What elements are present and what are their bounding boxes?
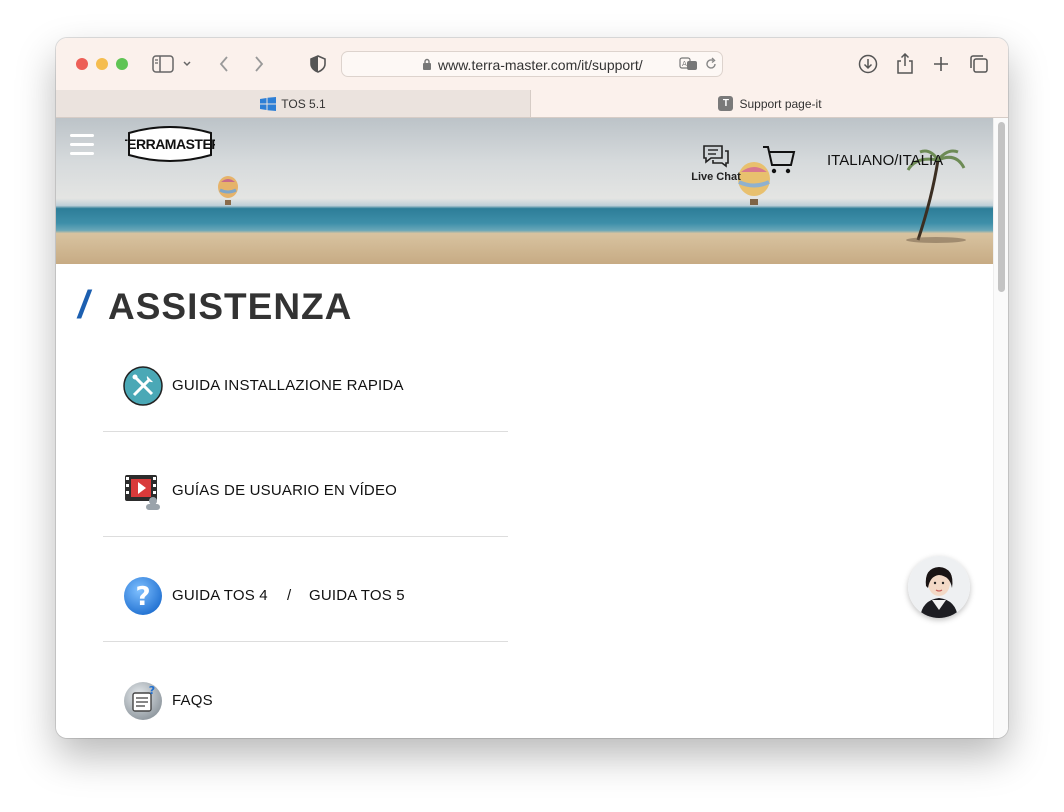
new-tab-icon[interactable] bbox=[929, 52, 953, 76]
video-icon bbox=[123, 471, 163, 511]
tab-label: Support page-it bbox=[739, 96, 822, 111]
reload-icon[interactable] bbox=[704, 57, 718, 76]
page-content: TERRAMASTER Live Chat ITAL bbox=[56, 118, 1008, 738]
scrollbar-thumb[interactable] bbox=[998, 122, 1005, 292]
download-icon[interactable] bbox=[856, 52, 880, 76]
hamburger-menu-icon[interactable] bbox=[70, 134, 94, 155]
terramaster-logo[interactable]: TERRAMASTER bbox=[119, 123, 222, 165]
faqs-link[interactable]: ? FAQS bbox=[103, 677, 508, 738]
share-icon[interactable] bbox=[893, 52, 917, 76]
sidebar-toggle-icon[interactable] bbox=[151, 52, 175, 76]
menu-item-label: GUIDA INSTALLAZIONE RAPIDA bbox=[172, 377, 404, 394]
lock-icon bbox=[422, 58, 432, 76]
quick-install-guide-link[interactable]: GUIDA INSTALLAZIONE RAPIDA bbox=[103, 362, 508, 432]
language-selector[interactable]: ITALIANO/ITALIA bbox=[827, 152, 943, 169]
windows-logo-icon bbox=[260, 96, 277, 111]
shield-icon[interactable] bbox=[306, 52, 330, 76]
tab-tos-5-1[interactable]: TOS 5.1 bbox=[56, 90, 531, 117]
tos-guides-row: ? GUIDA TOS 4 / GUIDA TOS 5 bbox=[103, 572, 508, 642]
menu-item-label: FAQS bbox=[172, 692, 213, 709]
live-chat-label: Live Chat bbox=[691, 171, 741, 183]
hero-banner: TERRAMASTER Live Chat ITAL bbox=[56, 118, 993, 264]
svg-text:?: ? bbox=[149, 684, 155, 697]
tos5-guide-link[interactable]: GUIDA TOS 5 bbox=[309, 587, 405, 604]
tab-support-page-it[interactable]: T Support page-it bbox=[532, 90, 1008, 117]
address-bar[interactable]: www.terra-master.com/it/support/ A bbox=[341, 51, 723, 77]
translate-icon[interactable]: A bbox=[679, 57, 699, 76]
browser-toolbar: www.terra-master.com/it/support/ A bbox=[56, 38, 1008, 90]
browser-window: www.terra-master.com/it/support/ A TOS 5… bbox=[56, 38, 1008, 738]
tab-overview-icon[interactable] bbox=[967, 52, 991, 76]
hot-air-balloon-icon bbox=[218, 176, 238, 205]
minimize-window-button[interactable] bbox=[96, 58, 108, 70]
logo-text: TERRAMASTER bbox=[125, 136, 215, 152]
menu-item-label: GUÍAS DE USUARIO EN VÍDEO bbox=[172, 482, 398, 499]
tab-bar: TOS 5.1 T Support page-it bbox=[56, 90, 1008, 118]
chat-bubble-icon bbox=[703, 145, 729, 168]
shopping-cart-icon[interactable] bbox=[762, 143, 796, 177]
tos4-guide-link[interactable]: GUIDA TOS 4 bbox=[172, 587, 268, 604]
question-icon: ? bbox=[123, 576, 163, 616]
zoom-window-button[interactable] bbox=[116, 58, 128, 70]
chevron-down-icon[interactable] bbox=[180, 52, 194, 76]
svg-text:A: A bbox=[682, 60, 687, 68]
back-icon[interactable] bbox=[212, 52, 236, 76]
url-text: www.terra-master.com/it/support/ bbox=[438, 57, 643, 73]
tab-label: TOS 5.1 bbox=[281, 96, 326, 111]
guide-separator: / bbox=[287, 587, 292, 604]
tools-icon bbox=[123, 366, 163, 406]
video-user-guides-link[interactable]: GUÍAS DE USUARIO EN VÍDEO bbox=[103, 467, 508, 537]
support-chat-avatar[interactable] bbox=[908, 556, 970, 618]
forward-icon[interactable] bbox=[247, 52, 271, 76]
faq-icon: ? bbox=[123, 681, 163, 721]
live-chat-button[interactable]: Live Chat bbox=[691, 144, 741, 183]
page-scrollbar[interactable] bbox=[993, 118, 1008, 738]
tab-favicon-icon: T bbox=[718, 96, 734, 111]
page-title: ASSISTENZA bbox=[108, 286, 353, 327]
title-slash-accent: / bbox=[78, 284, 89, 327]
close-window-button[interactable] bbox=[76, 58, 88, 70]
svg-text:?: ? bbox=[135, 582, 150, 612]
